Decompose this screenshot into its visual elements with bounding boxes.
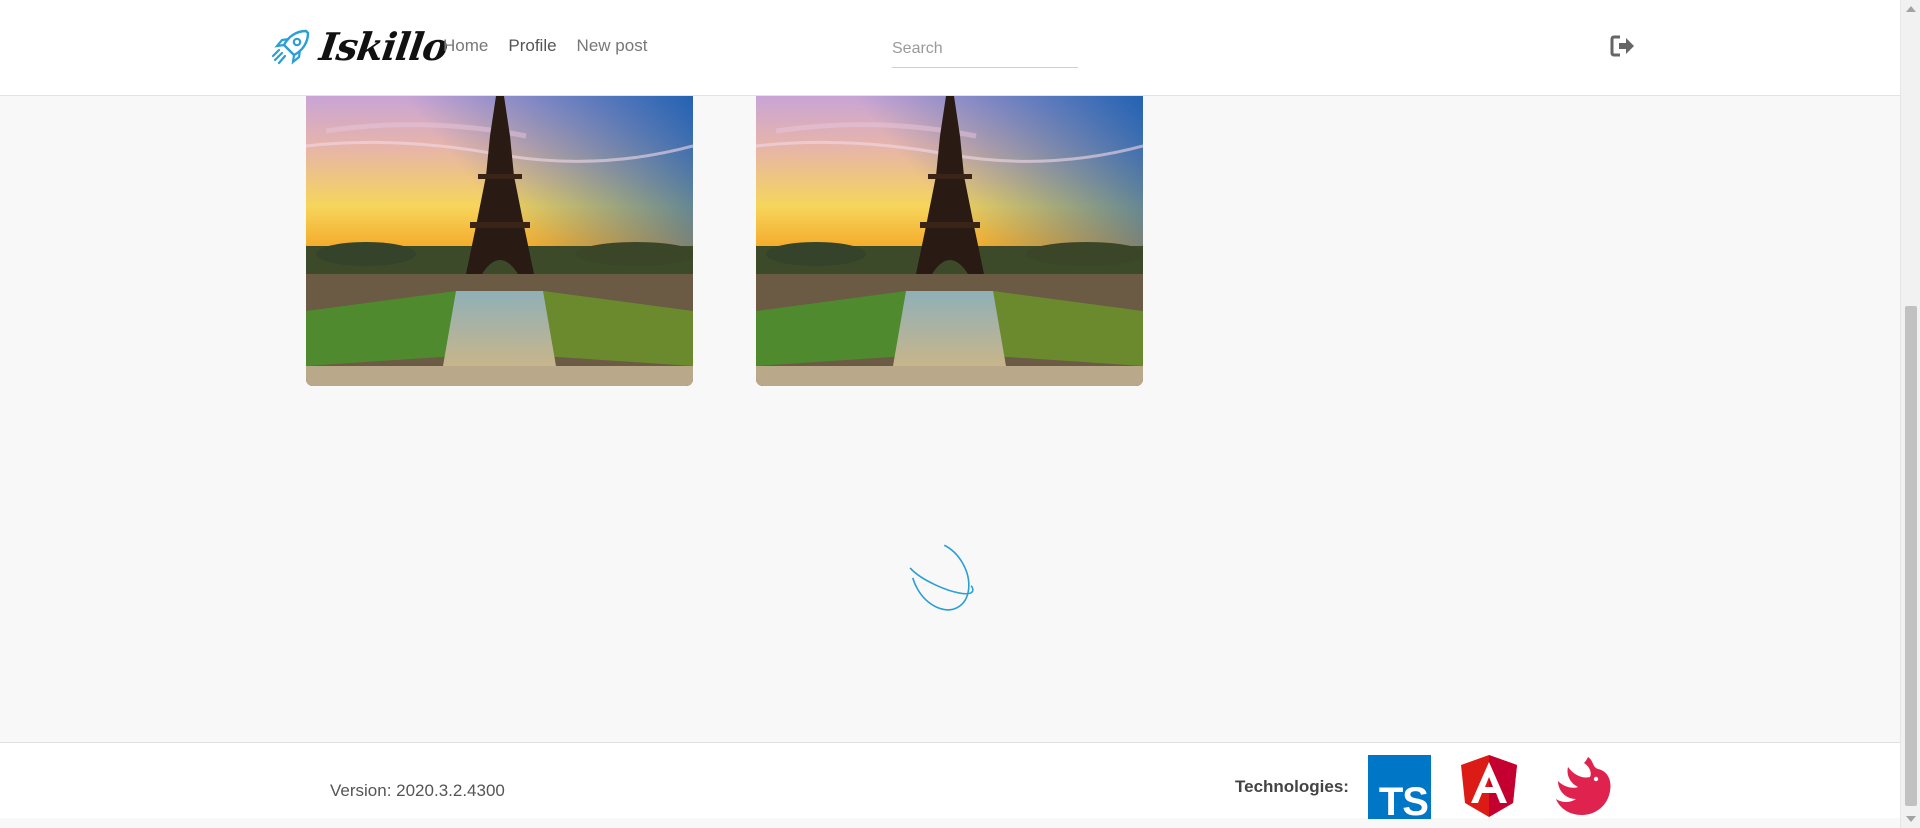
typescript-icon-text: TS xyxy=(1378,780,1429,819)
rocket-icon xyxy=(271,29,310,65)
technologies-label: Technologies: xyxy=(1235,777,1349,796)
nestjs-icon xyxy=(1556,757,1611,815)
eiffel-tower-photo xyxy=(756,96,1143,386)
brand-logo[interactable]: Iskillo xyxy=(270,24,451,69)
top-navbar: Iskillo Home Profile New post xyxy=(0,0,1900,96)
post-image-card[interactable] xyxy=(306,96,693,386)
logout-icon[interactable] xyxy=(1610,34,1636,58)
main-nav: Home Profile New post xyxy=(443,36,647,56)
scrollbar-thumb[interactable] xyxy=(1905,306,1917,806)
page-scrollbar[interactable] xyxy=(1900,0,1920,828)
scroll-up-arrow-icon[interactable] xyxy=(1906,6,1916,12)
angular-icon xyxy=(1461,755,1517,817)
post-image-card[interactable] xyxy=(756,96,1143,386)
nav-home-link[interactable]: Home xyxy=(443,36,488,56)
search-input[interactable] xyxy=(892,30,1078,68)
app-version: Version: 2020.3.2.4300 xyxy=(330,781,505,800)
page-footer: Version: 2020.3.2.4300 Technologies: TS xyxy=(0,742,1900,819)
scroll-down-arrow-icon[interactable] xyxy=(1906,816,1916,822)
nav-profile-link[interactable]: Profile xyxy=(508,36,556,56)
brand-name: Iskillo xyxy=(316,24,451,69)
eiffel-tower-photo xyxy=(306,96,693,386)
loading-spinner-icon xyxy=(906,541,974,611)
typescript-icon: TS xyxy=(1368,755,1431,819)
nav-new-post-link[interactable]: New post xyxy=(577,36,648,56)
